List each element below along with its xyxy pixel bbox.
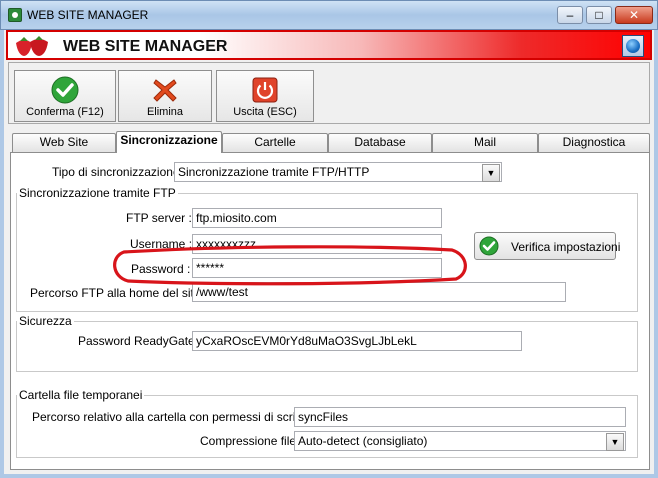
sync-type-value: Sincronizzazione tramite FTP/HTTP (178, 165, 370, 179)
tab-mail[interactable]: Mail (432, 133, 538, 152)
confirm-button[interactable]: Conferma (F12) (14, 70, 116, 122)
tab-diagnostica[interactable]: Diagnostica (538, 133, 650, 152)
close-button[interactable]: ✕ (615, 6, 653, 24)
temp-path-label: Percorso relativo alla cartella con perm… (32, 410, 327, 424)
ftp-path-label: Percorso FTP alla home del sito : (30, 286, 208, 300)
tab-database[interactable]: Database (328, 133, 432, 152)
check-icon (479, 236, 499, 256)
compression-select[interactable]: Auto-detect (consigliato) ▼ (294, 431, 626, 451)
app-icon (8, 8, 22, 22)
delete-icon (153, 79, 177, 102)
verify-label: Verifica impostazioni (511, 240, 621, 254)
exit-button[interactable]: Uscita (ESC) (216, 70, 314, 122)
check-icon (51, 76, 79, 104)
readygate-label: Password ReadyGate : (78, 334, 202, 348)
banner-title: WEB SITE MANAGER (63, 38, 228, 55)
window-title: WEB SITE MANAGER (27, 8, 149, 22)
exit-label: Uscita (ESC) (233, 106, 297, 118)
username-label: Username : (130, 237, 193, 251)
ftp-server-input[interactable]: ftp.miosito.com (192, 208, 442, 228)
maximize-icon: □ (595, 8, 603, 22)
temp-path-input[interactable]: syncFiles (294, 407, 626, 427)
compression-label: Compressione file : (200, 434, 303, 448)
ftp-path-input[interactable]: /www/test (192, 282, 566, 302)
ftp-server-label: FTP server : (126, 211, 192, 225)
security-group-label: Sicurezza (17, 314, 74, 328)
tab-cartelle[interactable]: Cartelle (222, 133, 328, 152)
temp-folder-group-label: Cartella file temporanei (17, 388, 145, 402)
confirm-label: Conferma (F12) (26, 106, 104, 118)
readygate-input[interactable]: yCxaROscEVM0rYd8uMaO3SvgLJbLekL (192, 331, 522, 351)
chevron-down-icon[interactable]: ▼ (482, 164, 500, 182)
minimize-icon: – (566, 8, 574, 22)
globe-icon[interactable] (622, 35, 644, 57)
password-input[interactable]: ****** (192, 258, 442, 278)
minimize-button[interactable]: – (557, 6, 583, 24)
maximize-button[interactable]: □ (586, 6, 612, 24)
chevron-down-icon[interactable]: ▼ (606, 433, 624, 451)
title-bar[interactable]: WEB SITE MANAGER – □ ✕ (0, 0, 658, 30)
sync-type-select[interactable]: Sincronizzazione tramite FTP/HTTP ▼ (174, 162, 502, 182)
power-icon (252, 77, 278, 103)
delete-button[interactable]: Elimina (118, 70, 212, 122)
password-label: Password : (131, 262, 191, 276)
tab-web-site[interactable]: Web Site (12, 133, 116, 152)
close-icon: ✕ (628, 8, 640, 22)
tab-sincronizzazione[interactable]: Sincronizzazione (116, 131, 222, 153)
username-input[interactable]: xxxxxxxzzz (192, 234, 442, 254)
compression-value: Auto-detect (consigliato) (298, 434, 428, 448)
strawberry-logo (16, 36, 48, 56)
app-banner: WEB SITE MANAGER (6, 30, 652, 60)
delete-label: Elimina (146, 106, 184, 118)
verify-button[interactable]: Verifica impostazioni (474, 232, 620, 260)
sync-type-label: Tipo di sincronizzazione : (52, 165, 187, 179)
ftp-group-label: Sincronizzazione tramite FTP (17, 186, 178, 200)
